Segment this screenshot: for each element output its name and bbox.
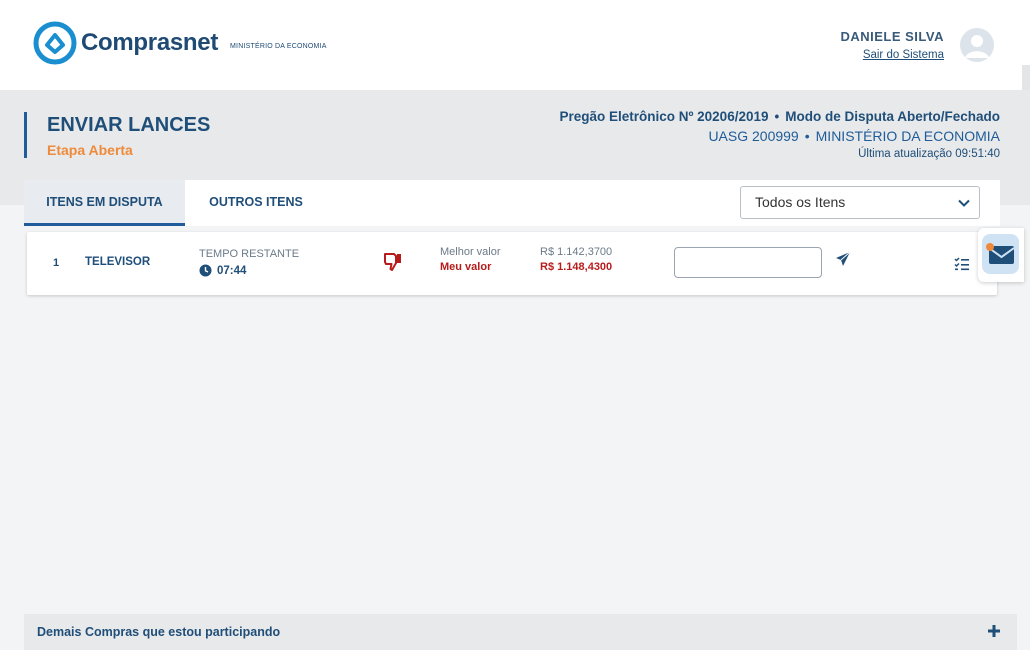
chevron-down-icon [958,199,970,207]
other-purchases-label: Demais Compras que estou participando [37,625,281,639]
tabs-card: ITENS EM DISPUTA OUTROS ITENS Todos os I… [24,180,1000,226]
comprasnet-logo[interactable]: Comprasnet MINISTÉRIO DA ECONOMIA [33,21,327,65]
thumbs-down-icon [384,253,401,271]
envelope-icon [986,243,1015,264]
send-icon[interactable] [835,251,851,267]
clock-icon [199,264,212,277]
best-value-label: Melhor valor [440,246,501,258]
separator-dot: • [774,109,780,124]
logout-link[interactable]: Sair do Sistema [840,49,944,61]
user-info: DANIELE SILVA Sair do Sistema [840,29,944,61]
messages-button-bg [982,234,1019,274]
tab-itens-em-disputa[interactable]: ITENS EM DISPUTA [24,180,185,226]
auction-line: Pregão Eletrônico Nº 20206/2019 • Modo de … [559,109,1000,124]
comprasnet-logo-icon [33,21,77,65]
item-number: 1 [53,257,60,269]
other-purchases-accordion[interactable]: Demais Compras que estou participando [24,614,1017,650]
notification-dot [986,243,994,251]
brand-name: Comprasnet [81,29,219,56]
time-remaining: 07:44 [199,264,246,277]
title-accent-bar [24,112,27,158]
stage-label: Etapa Aberta [47,142,133,158]
auction-info: Pregão Eletrônico Nº 20206/2019 • Modo de … [559,109,1000,160]
user-avatar-icon [965,35,989,58]
time-remaining-label: TEMPO RESTANTE [199,248,300,260]
uasg-line: UASG 200999 • MINISTÉRIO DA ECONOMIA [559,128,1000,144]
bid-input[interactable] [674,247,822,278]
last-update: Última atualização 09:51:40 [858,148,1000,160]
brand-subtitle: MINISTÉRIO DA ECONOMIA [230,42,327,50]
checklist-icon[interactable] [954,256,970,272]
dispute-mode: Modo de Disputa Aberto/Fechado [785,109,1000,124]
organization: MINISTÉRIO DA ECONOMIA [815,128,1000,144]
page-title: ENVIAR LANCES [47,114,211,136]
table-row: 1 TELEVISOR TEMPO RESTANTE 07:44 Melhor … [27,232,997,295]
uasg-code: UASG 200999 [708,128,799,144]
scrollbar-strip [1022,65,1030,90]
separator-dot: • [804,128,810,144]
top-header: Comprasnet MINISTÉRIO DA ECONOMIA DANIEL… [0,0,1030,90]
messages-button[interactable] [978,228,1024,282]
plus-icon[interactable] [987,624,1001,638]
tab-outros-itens[interactable]: OUTROS ITENS [188,180,324,226]
user-name: DANIELE SILVA [840,29,944,44]
items-filter-select[interactable]: Todos os Itens [740,186,980,219]
pregao-number: Pregão Eletrônico Nº 20206/2019 [559,109,769,124]
best-value: R$ 1.142,3700 [540,246,613,258]
my-value-label: Meu valor [440,261,492,273]
avatar[interactable] [960,28,994,62]
time-remaining-value: 07:44 [217,264,247,277]
filter-selected-value: Todos os Itens [755,194,846,210]
item-name: TELEVISOR [85,256,151,268]
my-value: R$ 1.148,4300 [540,261,613,273]
